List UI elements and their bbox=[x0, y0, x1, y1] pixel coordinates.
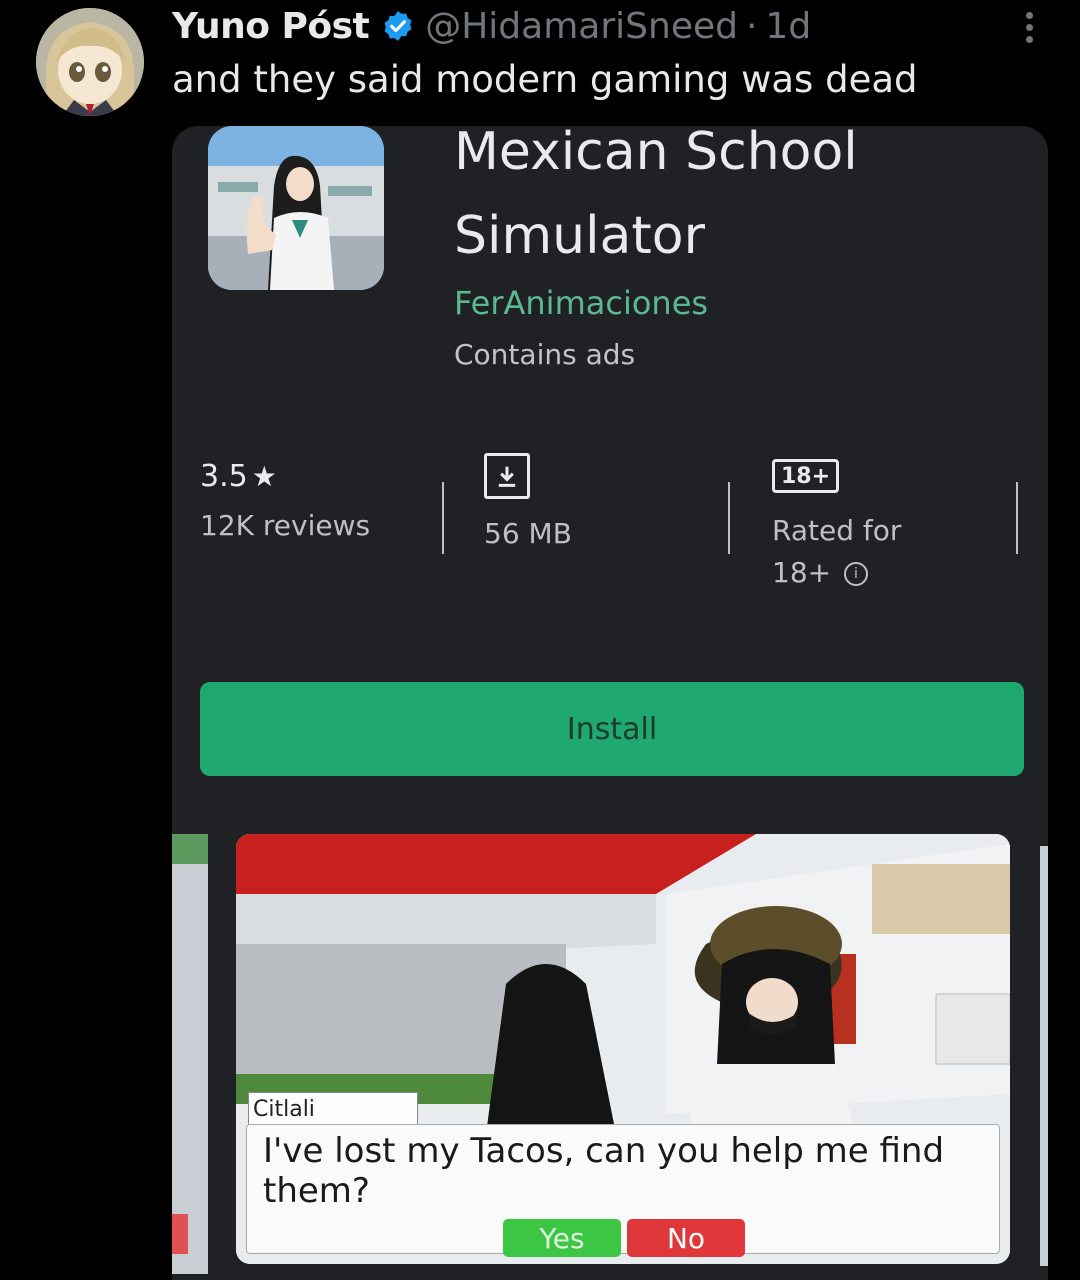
verified-badge-icon bbox=[381, 9, 415, 43]
tweet-media-image[interactable]: Mexican School Simulator FerAnimaciones … bbox=[172, 126, 1048, 1280]
download-icon bbox=[484, 453, 530, 499]
dialog-yes-button[interactable]: Yes bbox=[503, 1219, 621, 1257]
size-value: 56 MB bbox=[484, 517, 572, 550]
star-icon: ★ bbox=[251, 459, 277, 493]
app-title: Mexican School Simulator bbox=[454, 126, 858, 278]
meta-separator: · bbox=[745, 5, 758, 47]
developer-link[interactable]: FerAnimaciones bbox=[454, 284, 708, 322]
rating-stat[interactable]: 3.5 ★ 12K reviews bbox=[200, 456, 370, 548]
author-handle[interactable]: @HidamariSneed bbox=[425, 6, 738, 47]
app-icon bbox=[208, 126, 384, 290]
app-title-line-2: Simulator bbox=[454, 206, 705, 266]
stat-divider bbox=[442, 482, 444, 554]
age-rating-value: 18+ bbox=[772, 556, 832, 589]
dialog-text: I've lost my Tacos, can you help me find… bbox=[263, 1131, 945, 1211]
size-stat: 56 MB bbox=[484, 453, 572, 556]
reviews-count: 12K reviews bbox=[200, 509, 371, 542]
tweet-text: and they said modern gaming was dead bbox=[172, 58, 918, 101]
age-rating-stat[interactable]: 18+ Rated for 18+ i bbox=[772, 456, 901, 594]
game-screenshot[interactable]: Citlali I've lost my Tacos, can you help… bbox=[236, 834, 1010, 1264]
app-title-line-1: Mexican School bbox=[454, 126, 858, 182]
rating-value: 3.5 bbox=[200, 458, 248, 494]
dialog-speaker-name: Citlali bbox=[248, 1092, 418, 1126]
prev-screenshot[interactable] bbox=[172, 834, 208, 1274]
author-name[interactable]: Yuno Póst bbox=[172, 6, 370, 47]
age-rating-badge: 18+ bbox=[772, 459, 840, 493]
dialog-no-button[interactable]: No bbox=[627, 1219, 745, 1257]
tweet-timestamp[interactable]: 1d bbox=[765, 6, 811, 47]
tweet-author-row: Yuno Póst @HidamariSneed · 1d bbox=[172, 4, 811, 48]
info-icon[interactable]: i bbox=[844, 562, 868, 586]
author-avatar[interactable] bbox=[36, 8, 144, 116]
avatar-image bbox=[36, 8, 144, 116]
contains-ads-note: Contains ads bbox=[454, 338, 636, 371]
more-options-icon[interactable] bbox=[1022, 12, 1036, 52]
dialog-box: I've lost my Tacos, can you help me find… bbox=[246, 1124, 1000, 1257]
install-button[interactable]: Install bbox=[200, 682, 1024, 776]
stat-divider bbox=[728, 482, 730, 554]
age-rating-label: Rated for bbox=[772, 514, 902, 547]
stat-divider bbox=[1016, 482, 1018, 554]
next-screenshot[interactable] bbox=[1040, 846, 1048, 1266]
